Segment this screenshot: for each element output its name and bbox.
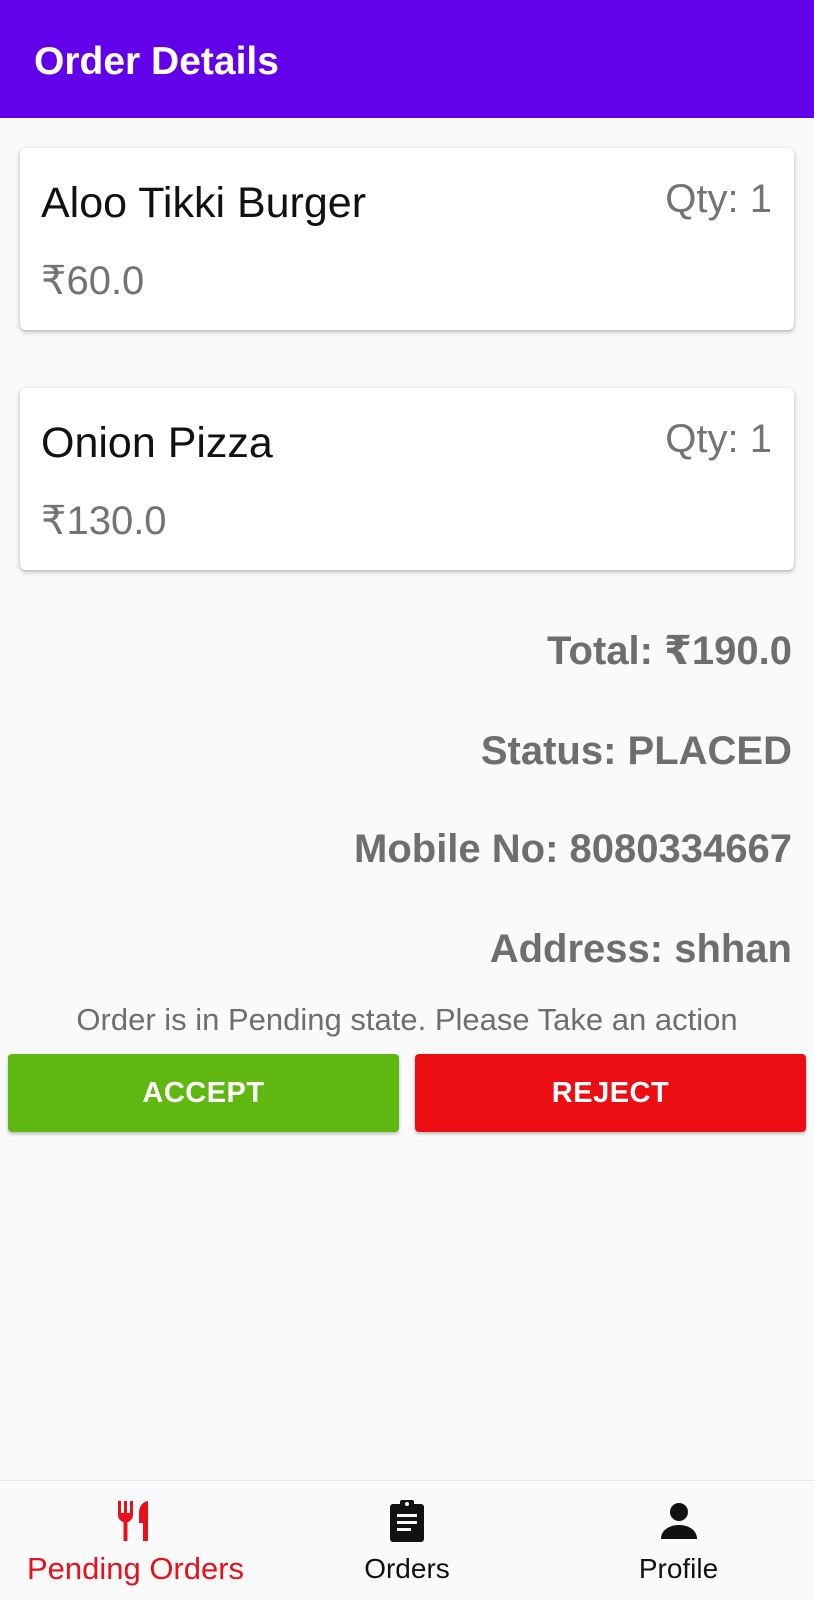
order-status: Status: PLACED <box>480 729 792 773</box>
app-bar: Order Details <box>0 0 814 118</box>
app-screen: Order Details Aloo Tikki Burger Qty: 1 ₹… <box>0 0 814 1600</box>
item-quantity: Qty: 1 <box>665 417 772 461</box>
person-icon <box>660 1503 697 1539</box>
nav-item-profile[interactable]: Profile <box>543 1481 814 1600</box>
nav-item-pending-orders[interactable]: Pending Orders <box>0 1481 271 1600</box>
customer-address: Address: shhan <box>489 927 792 971</box>
item-quantity: Qty: 1 <box>665 177 772 221</box>
customer-mobile: Mobile No: 8080334667 <box>354 827 792 871</box>
order-item-card[interactable]: Aloo Tikki Burger Qty: 1 ₹60.0 <box>20 148 794 330</box>
nav-label: Orders <box>364 1553 450 1584</box>
reject-button[interactable]: REJECT <box>415 1054 806 1132</box>
item-price: ₹130.0 <box>41 499 167 543</box>
nav-label: Pending Orders <box>26 1551 245 1586</box>
nav-item-orders[interactable]: Orders <box>271 1481 543 1600</box>
fork-knife-icon <box>117 1501 148 1541</box>
item-name: Aloo Tikki Burger <box>41 179 367 227</box>
bottom-navigation: Pending Orders Orders Profile <box>0 1480 814 1600</box>
accept-button[interactable]: ACCEPT <box>8 1054 399 1132</box>
page-title: Order Details <box>34 40 279 83</box>
clipboard-icon <box>390 1500 424 1542</box>
item-name: Onion Pizza <box>41 419 273 467</box>
pending-state-message: Order is in Pending state. Please Take a… <box>76 1002 738 1037</box>
order-total: Total: ₹190.0 <box>547 629 792 673</box>
item-price: ₹60.0 <box>41 259 145 303</box>
nav-label: Profile <box>638 1553 719 1584</box>
order-item-card[interactable]: Onion Pizza Qty: 1 ₹130.0 <box>20 388 794 570</box>
